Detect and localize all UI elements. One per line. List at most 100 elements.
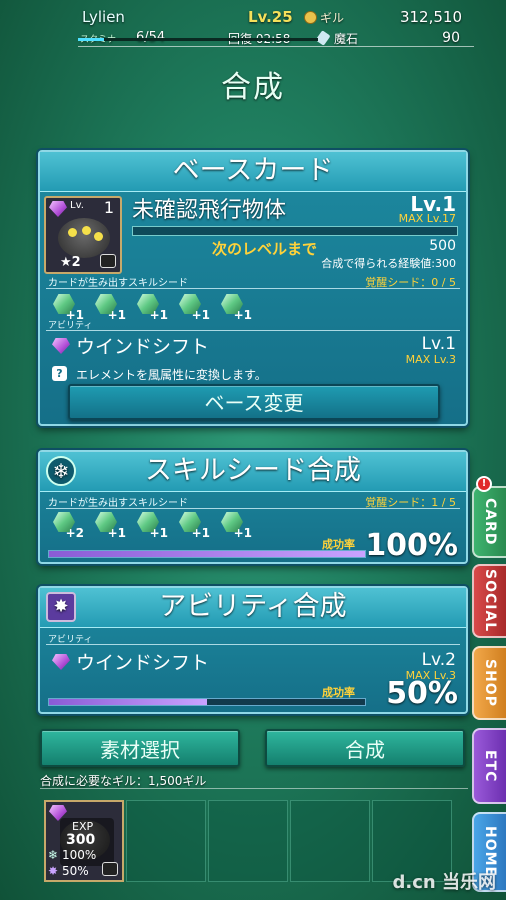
skill-seed-item: +2 [50,512,84,540]
ability-success-rate: 50% [386,676,458,711]
skill-seed-item: +1 [50,294,84,322]
seed-count: +1 [149,308,168,322]
player-name: Lylien [82,8,125,26]
skill-success-rate: 100% [365,528,458,563]
player-level: Lv.25 [248,8,293,26]
stone-label: 魔石 [334,32,359,46]
ability-synth-panel: アビリティ合成 ✸ アビリティ ウインドシフト Lv.2 MAX Lv.3 成功… [38,586,468,714]
seed-count: +1 [191,526,210,540]
ability-name: ウインドシフト [76,652,210,674]
card-art-eye [68,228,77,237]
material-slot-3[interactable] [208,800,288,882]
gil-label: ギル [320,11,345,25]
skill-seed-item: +1 [176,512,210,540]
material-seed-pct: 100% [62,848,97,862]
ability-name: ウインドシフト [76,336,210,358]
synthesize-button[interactable]: 合成 [265,729,465,767]
skill-rate-fill [49,551,365,557]
skill-seed-item: +1 [92,512,126,540]
page-title: 合成 [221,70,285,105]
notification-badge: ! [476,476,492,492]
tab-social-label: SOCIAL [482,569,498,633]
skill-seed-item: +1 [218,294,252,322]
seed-label: カードが生み出すスキルシード [48,498,188,509]
seed-count: +1 [191,308,210,322]
seed-count: +2 [65,526,84,540]
card-art-eye [94,232,103,241]
ability-rate-fill [49,699,207,705]
next-level-label: 次のレベルまで [212,240,318,258]
watermark-logo: d.cn 当乐网 [392,872,496,893]
material-slots: EXP 300 ❄ 100% ✸ 50% [44,800,452,882]
seed-count: +1 [149,526,168,540]
base-card-header: ベースカード [40,152,466,192]
ability-gem-icon [52,338,70,354]
base-seed-row: +1 +1 +1 +1 +1 [50,294,252,322]
skill-seed-panel: スキルシード合成 ❄ カードが生み出すスキルシード 覚醒シード：1 / 5 +2… [38,450,468,564]
tab-etc-label: ETC [482,749,498,783]
card-level-small: Lv. [70,200,84,211]
skill-seed-row: +2 +1 +1 +1 +1 [50,512,252,540]
divider [46,508,460,509]
ability-synth-header: アビリティ合成 ✸ [40,588,466,628]
card-type-icon [100,254,116,268]
info-icon[interactable]: ? [52,366,67,381]
seed-count: +1 [107,308,126,322]
skill-seed-item: +1 [218,512,252,540]
ability-synth-title: アビリティ合成 [159,591,347,622]
material-seed-icon: ❄ [48,848,59,862]
skill-seed-item: +1 [92,294,126,322]
tab-etc[interactable]: ETC [472,728,506,804]
stone-value: 90 [442,30,460,46]
exp-bar [132,226,458,236]
seed-count: +1 [233,526,252,540]
base-card-thumbnail[interactable]: Lv. 1 ★2 [44,196,122,274]
tab-card-label: CARD [482,498,498,546]
exp-gain-text: 合成で得られる経験値:300 [321,257,456,270]
ability-level: Lv.2 [421,650,456,670]
change-base-button[interactable]: ベース変更 [68,384,440,420]
material-exp-value: 300 [66,832,96,848]
material-ability-pct: 50% [62,864,89,878]
base-card-max-level: MAX Lv.17 [398,212,456,225]
card-type-icon [102,862,118,876]
tab-social[interactable]: SOCIAL [472,564,506,638]
base-card-panel: ベースカード Lv. 1 ★2 未確認飛行物体 Lv.1 MAX Lv.17 次… [38,150,468,426]
tab-shop-label: SHOP [482,659,498,707]
status-bar: Lylien Lv.25 ギル 312,510 スタミナ 6/54 回復 02:… [78,4,474,47]
next-level-value: 500 [429,238,456,254]
material-select-button[interactable]: 素材選択 [40,729,240,767]
seed-label: カードが生み出すスキルシード [48,278,188,289]
material-ability-icon: ✸ [48,864,59,878]
skill-seed-title: スキルシード合成 [145,455,361,486]
skill-seed-item: +1 [134,294,168,322]
ability-max-level: MAX Lv.3 [405,353,456,366]
material-slot-1[interactable]: EXP 300 ❄ 100% ✸ 50% [44,800,124,882]
ability-rate-bar [48,698,366,706]
card-level-num: 1 [103,198,114,217]
divider [46,330,460,331]
ability-level: Lv.1 [421,334,456,354]
ability-gem-icon [52,654,70,670]
tab-shop[interactable]: SHOP [472,646,506,720]
snowflake-icon: ❄ [46,456,76,486]
skill-seed-item: +1 [134,512,168,540]
seed-count: +1 [233,308,252,322]
status-divider [78,46,474,47]
stamina-bar-fill [78,38,105,41]
tab-card[interactable]: CARD [472,486,506,558]
card-element-gem-icon [49,201,67,217]
stamina-bar [78,38,318,41]
material-slot-2[interactable] [126,800,206,882]
skill-seed-item: +1 [176,294,210,322]
skill-seed-header: スキルシード合成 ❄ [40,452,466,492]
material-slot-4[interactable] [290,800,370,882]
ability-description: エレメントを風属性に変換します。 [76,368,267,382]
divider [46,644,460,645]
gil-coin-icon [304,11,317,24]
required-gil-text: 合成に必要なギル：1,500ギル [40,774,207,788]
base-card-name: 未確認飛行物体 [132,198,287,223]
card-star: ★2 [60,255,81,270]
skill-rate-bar [48,550,366,558]
gil-value: 312,510 [399,8,462,26]
